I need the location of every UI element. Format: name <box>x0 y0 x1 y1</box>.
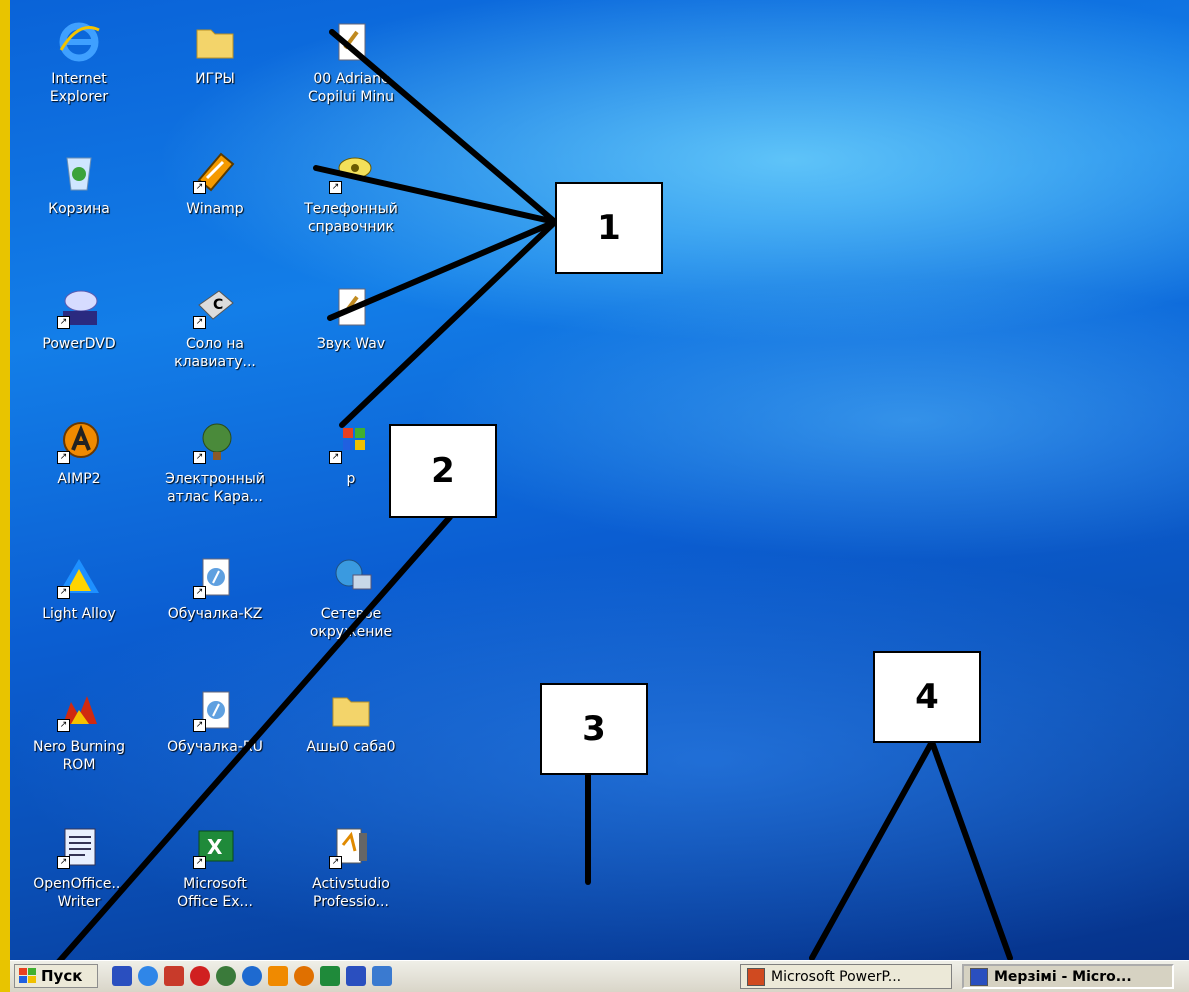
callout-4: 4 <box>873 651 981 743</box>
word-icon[interactable] <box>346 966 366 986</box>
globe-icon[interactable] <box>216 966 236 986</box>
annotation-line-4a <box>809 739 935 961</box>
powerpoint-icon <box>747 967 765 986</box>
media-icon[interactable] <box>190 966 210 986</box>
outlook-icon[interactable] <box>164 966 184 986</box>
task-word[interactable]: Мерзімі - Micro... <box>962 964 1174 989</box>
annotation-line-2 <box>53 514 453 968</box>
start-button[interactable]: Пуск <box>14 964 98 988</box>
annotation-line-1d <box>339 219 558 428</box>
callout-3: 3 <box>540 683 648 775</box>
word-icon <box>970 967 988 986</box>
refresh-icon[interactable] <box>372 966 392 986</box>
player-icon[interactable] <box>242 966 262 986</box>
windows-flag-icon <box>19 968 37 984</box>
annotation-line-1a <box>329 29 558 225</box>
winamp-icon[interactable] <box>268 966 288 986</box>
annotation-lines <box>53 29 1013 968</box>
callout-1: 1 <box>555 182 663 274</box>
task-powerpoint[interactable]: Microsoft PowerP... <box>740 964 952 989</box>
taskbar: Пуск Microsoft PowerP... Мерзімі - Micro… <box>10 960 1189 992</box>
excel-icon[interactable] <box>320 966 340 986</box>
callout-2: 2 <box>389 424 497 518</box>
aimp-icon[interactable] <box>294 966 314 986</box>
annotation-line-1c <box>327 219 558 321</box>
save-icon[interactable] <box>112 966 132 986</box>
annotation-line-4b <box>929 739 1013 961</box>
ie-icon[interactable] <box>138 966 158 986</box>
